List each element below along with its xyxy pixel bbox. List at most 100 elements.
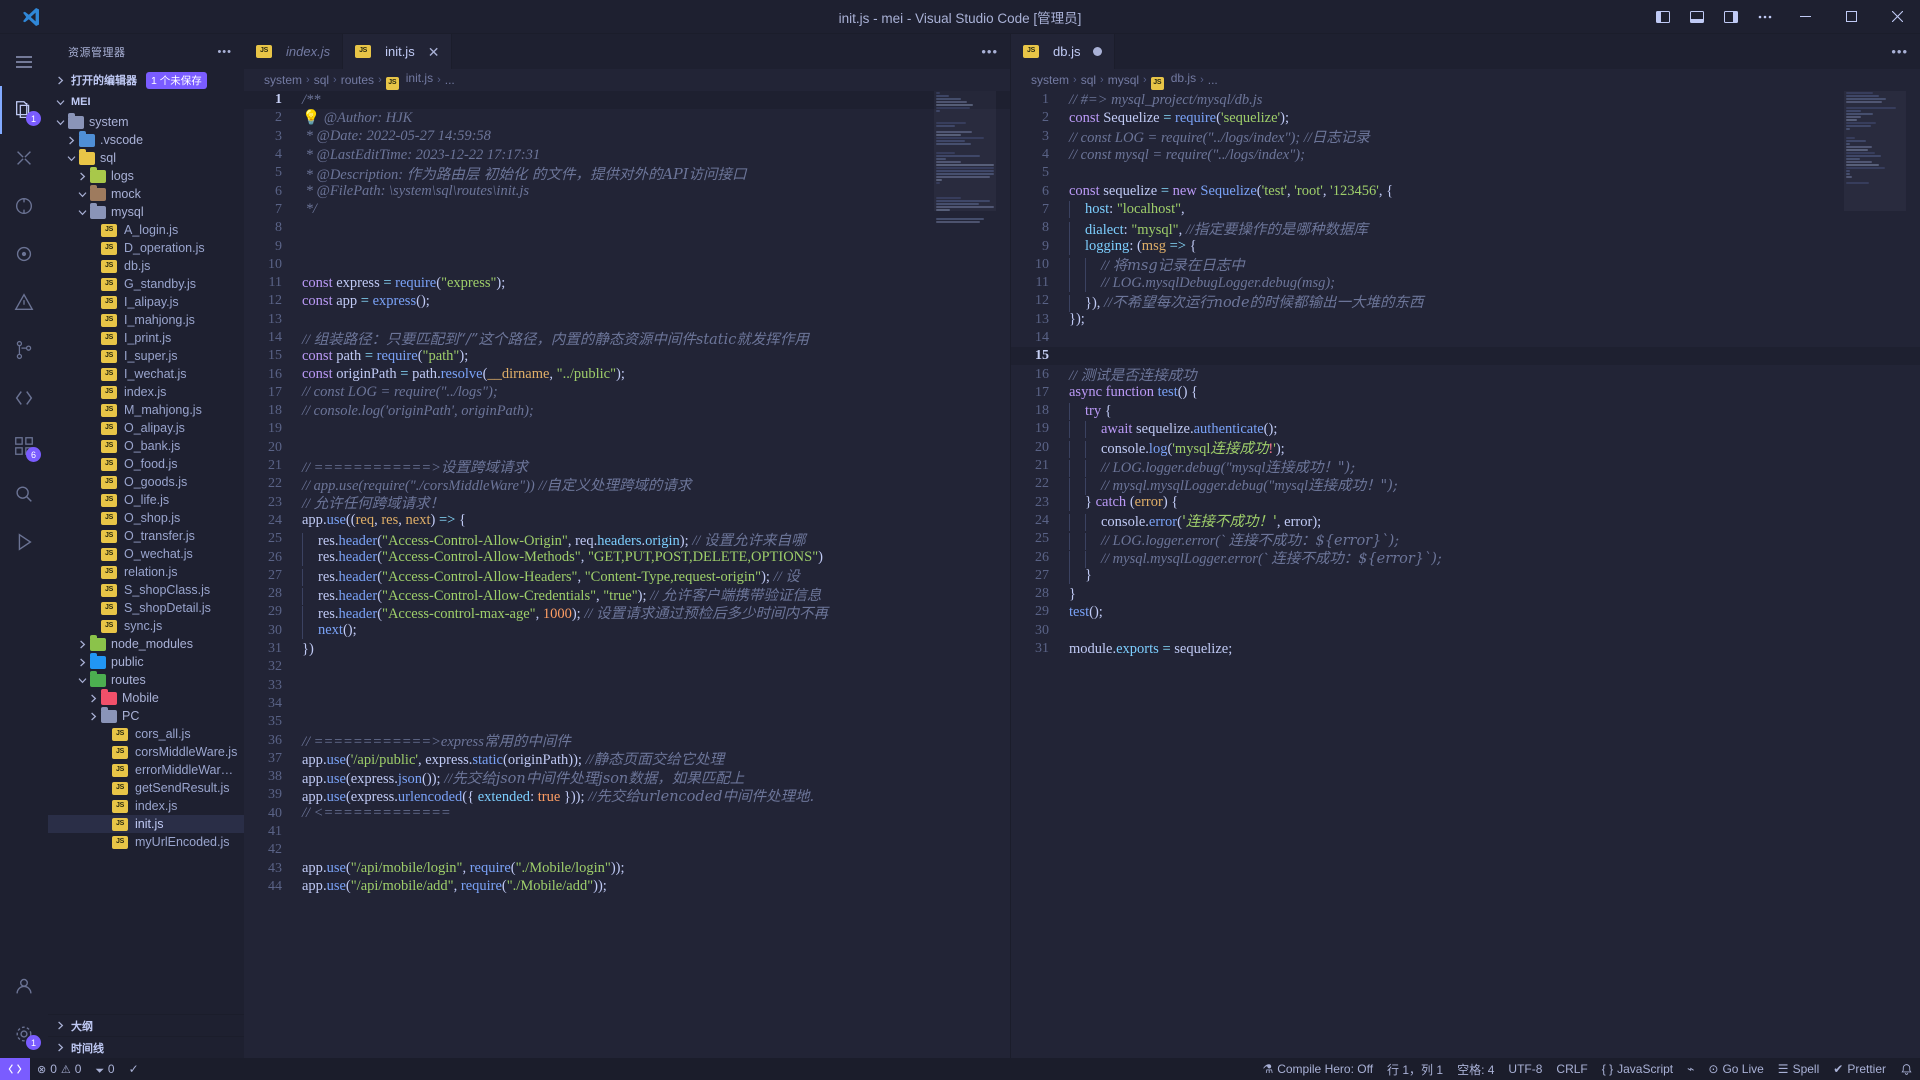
- code-line[interactable]: 17 async function test() {: [1011, 384, 1920, 402]
- search-icon[interactable]: [0, 134, 48, 182]
- compile-hero-status[interactable]: ⚗ Compile Hero: Off: [1255, 1058, 1380, 1080]
- tree-file-o_foodjs[interactable]: JS O_food.js: [48, 455, 244, 473]
- close-button[interactable]: [1874, 0, 1920, 34]
- code-line[interactable]: 15 const path = require("path");: [244, 347, 1010, 365]
- chevron-down-icon[interactable]: [74, 676, 90, 685]
- code-line[interactable]: 23 } catch (error) {: [1011, 494, 1920, 512]
- code-line[interactable]: 12 }), //不希望每次运行node的时候都输出一大堆的东西: [1011, 292, 1920, 312]
- code-line[interactable]: 1 // #=> mysql_project/mysql/db.js: [1011, 91, 1920, 109]
- tab-bar-right[interactable]: JS db.js •••: [1011, 34, 1920, 69]
- code-line[interactable]: 37 app.use('/api/public', express.static(…: [244, 750, 1010, 769]
- settings-gear-icon[interactable]: 1: [0, 1010, 48, 1058]
- tree-folder-mysql[interactable]: mysql: [48, 202, 244, 221]
- play-arrow-icon[interactable]: [0, 518, 48, 566]
- tree-file-i_alipayjs[interactable]: JS I_alipay.js: [48, 293, 244, 311]
- code-line[interactable]: 2 💡 @Author: HJK: [244, 109, 1010, 127]
- code-line[interactable]: 21// ============>设置跨域请求: [244, 457, 1010, 476]
- tree-file-i_wechatjs[interactable]: JS I_wechat.js: [48, 365, 244, 383]
- code-line[interactable]: 22 // mysql.mysqlLogger.debug("mysql连接成功…: [1011, 475, 1920, 495]
- code-line[interactable]: 8: [244, 219, 1010, 237]
- code-line[interactable]: 44 app.use("/api/mobile/add", require("./…: [244, 878, 1010, 896]
- chevron-down-icon[interactable]: [63, 154, 79, 163]
- code-line[interactable]: 1 /**: [244, 91, 1010, 110]
- tree-folder-mock[interactable]: mock: [48, 184, 244, 203]
- code-line[interactable]: 29 res.header("Access-control-max-age", …: [244, 603, 1010, 623]
- chevron-right-icon[interactable]: [74, 172, 90, 181]
- warning-icon[interactable]: [0, 278, 48, 326]
- code-line[interactable]: 13});: [1011, 311, 1920, 329]
- tree-folder-vscode[interactable]: .vscode: [48, 130, 244, 149]
- code-line[interactable]: 19 await sequelize.authenticate();: [1011, 420, 1920, 438]
- code-line[interactable]: 13: [244, 311, 1010, 329]
- tree-file-indexjs[interactable]: JS index.js: [48, 383, 244, 401]
- sidebar-item-explorer[interactable]: 1: [0, 86, 48, 134]
- broadcast-status[interactable]: ⌁: [1680, 1058, 1701, 1080]
- code-line[interactable]: 33: [244, 677, 1010, 695]
- code-editor-left[interactable]: 1/** 2 💡 @Author: HJK 3 * @Date: 2022-05-27…: [244, 91, 1010, 1058]
- code-line[interactable]: 14: [1011, 329, 1920, 347]
- code-line[interactable]: 18 // console.log('originPath', originPat…: [244, 402, 1010, 420]
- tree-folder-node_modules[interactable]: node_modules: [48, 634, 244, 653]
- chevron-down-icon[interactable]: [74, 208, 90, 217]
- tree-folder-sql[interactable]: sql: [48, 148, 244, 167]
- code-line[interactable]: 24 console.error('连接不成功！', error);: [1011, 512, 1920, 532]
- code-line[interactable]: 25 // LOG.logger.error(` 连接不成功：${error}`…: [1011, 530, 1920, 550]
- code-line[interactable]: 6 const sequelize = new Sequelize('test',…: [1011, 182, 1920, 200]
- code-line[interactable]: 10: [244, 256, 1010, 274]
- chevron-right-icon[interactable]: [74, 658, 90, 667]
- tab-close-icon[interactable]: ✕: [428, 45, 440, 59]
- code-line[interactable]: 23 // 允许任何跨域请求！: [244, 494, 1010, 513]
- tree-file-d_operationjs[interactable]: JS D_operation.js: [48, 239, 244, 257]
- menu-icon[interactable]: [0, 38, 48, 86]
- code-line[interactable]: 19: [244, 420, 1010, 438]
- tab-initjs[interactable]: JS init.js ✕: [343, 34, 453, 69]
- code-line[interactable]: 20: [244, 439, 1010, 457]
- maximize-button[interactable]: [1828, 0, 1874, 34]
- account-icon[interactable]: [0, 962, 48, 1010]
- code-line[interactable]: 10 // 将msg记录在日志中: [1011, 256, 1920, 276]
- code-line[interactable]: 17 // const LOG = require("../logs");: [244, 384, 1010, 402]
- breadcrumb-item[interactable]: routes: [341, 73, 374, 87]
- tree-file-indexjs[interactable]: JS index.js: [48, 797, 244, 815]
- tree-file-corsmiddlewarejs[interactable]: JS corsMiddleWare.js: [48, 743, 244, 761]
- tree-file-i_superjs[interactable]: JS I_super.js: [48, 347, 244, 365]
- vertical-scrollbar-left[interactable]: [996, 91, 1010, 1058]
- tree-file-i_mahjongjs[interactable]: JS I_mahjong.js: [48, 311, 244, 329]
- tree-file-relationjs[interactable]: JS relation.js: [48, 563, 244, 581]
- breadcrumb-item[interactable]: mysql: [1108, 73, 1139, 87]
- code-line[interactable]: 5: [1011, 164, 1920, 182]
- code-line[interactable]: 22// app.use(require("./corsMiddleWare")…: [244, 475, 1010, 494]
- more-actions-icon[interactable]: •••: [217, 46, 236, 58]
- code-line[interactable]: 9: [244, 237, 1010, 255]
- code-line[interactable]: 30 next();: [244, 622, 1010, 640]
- code-line[interactable]: 21 // LOG.logger.debug("mysql连接成功！");: [1011, 457, 1920, 477]
- code-line[interactable]: 7 host: "localhost",: [1011, 201, 1920, 219]
- tab-dbjs[interactable]: JS db.js: [1011, 34, 1116, 69]
- tree-folder-routes[interactable]: routes: [48, 670, 244, 689]
- tree-folder-pc[interactable]: PC: [48, 706, 244, 725]
- vertical-scrollbar-right[interactable]: [1906, 91, 1920, 1058]
- code-line[interactable]: 38 app.use(express.json()); //先交给json中间件处…: [244, 768, 1010, 787]
- git-branch-icon[interactable]: [0, 326, 48, 374]
- code-line[interactable]: 43 app.use("/api/mobile/login", require("…: [244, 859, 1010, 877]
- tree-file-o_bankjs[interactable]: JS O_bank.js: [48, 437, 244, 455]
- code-line[interactable]: 28 res.header("Access-Control-Allow-Cred…: [244, 585, 1010, 605]
- tree-folder-system[interactable]: system: [48, 113, 244, 131]
- code-line[interactable]: 16 const originPath = path.resolve(__dirn…: [244, 365, 1010, 383]
- cursor-position-status[interactable]: 行 1，列 1: [1380, 1058, 1450, 1080]
- tab-dirty-indicator[interactable]: [1093, 47, 1103, 56]
- project-root-row[interactable]: MEI: [48, 91, 244, 113]
- code-line[interactable]: 26 // mysql.mysqlLogger.error(` 连接不成功：${…: [1011, 548, 1920, 569]
- breadcrumb-item[interactable]: sql: [314, 73, 329, 87]
- file-tree[interactable]: system .vscode sql logs mock mysql JS A_login.j…: [48, 113, 244, 1014]
- code-line[interactable]: 27 res.header("Access-Control-Allow-Head…: [244, 567, 1010, 587]
- code-line[interactable]: 42: [244, 841, 1010, 859]
- tree-file-o_wechatjs[interactable]: JS O_wechat.js: [48, 545, 244, 563]
- prettier-status[interactable]: ✔ Prettier: [1826, 1058, 1893, 1080]
- breadcrumb-item[interactable]: ...: [1208, 73, 1218, 87]
- extensions-icon[interactable]: 6: [0, 422, 48, 470]
- language-mode-status[interactable]: { } JavaScript: [1595, 1058, 1680, 1080]
- tree-file-myurlencodedjs[interactable]: JS myUrlEncoded.js: [48, 833, 244, 851]
- code-line[interactable]: 11 const express = require("express");: [244, 274, 1010, 292]
- code-line[interactable]: 41: [244, 823, 1010, 841]
